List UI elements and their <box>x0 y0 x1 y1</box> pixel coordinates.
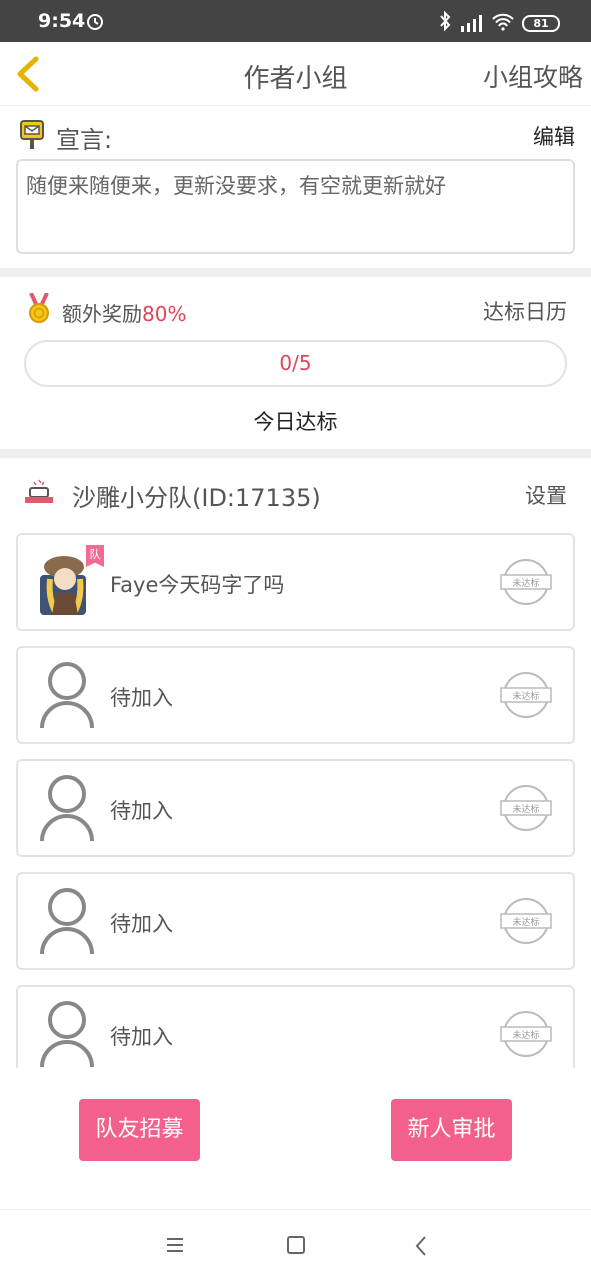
empty-avatar-icon <box>40 888 94 955</box>
member-card[interactable]: 待加入 未达标 <box>16 872 575 970</box>
member-card[interactable]: 待加入 未达标 <box>16 646 575 744</box>
extra-reward-label: 额外奖励80% <box>62 298 186 327</box>
team-settings-button[interactable]: 设置 <box>525 480 567 510</box>
team-icon <box>25 479 53 503</box>
medal-icon <box>29 293 49 323</box>
system-nav-bar <box>0 1209 591 1280</box>
member-list: 队 Faye今天码字了吗 未达标 待加入 未达标 待加入 未达标 待加入 未达标… <box>0 533 591 1068</box>
status-bar: 9:54 81 <box>0 0 591 42</box>
signal-icon <box>461 15 482 32</box>
not-qualified-stamp-icon: 未达标 <box>500 559 552 605</box>
menu-icon[interactable] <box>165 1237 185 1253</box>
not-qualified-stamp-icon: 未达标 <box>500 785 552 831</box>
bluetooth-icon <box>440 11 451 31</box>
divider <box>0 449 591 458</box>
extra-reward-text: 额外奖励 <box>62 302 142 326</box>
team-name: 沙雕小分队(ID:17135) <box>72 484 321 512</box>
member-card[interactable]: 待加入 未达标 <box>16 985 575 1068</box>
home-icon[interactable] <box>287 1236 305 1254</box>
not-qualified-stamp-icon: 未达标 <box>500 1011 552 1057</box>
edit-button[interactable]: 编辑 <box>533 121 575 151</box>
declaration-label: 宣言: <box>56 126 113 154</box>
progress-text: 0/5 <box>279 351 312 375</box>
today-target-label: 今日达标 <box>253 410 338 434</box>
member-name: 待加入 <box>110 799 173 823</box>
stamp-text: 未达标 <box>512 690 539 702</box>
calendar-link[interactable]: 达标日历 <box>483 296 567 326</box>
divider <box>0 268 591 277</box>
stamp-text: 未达标 <box>512 916 539 928</box>
group-guide-link[interactable]: 小组攻略 <box>483 58 583 94</box>
empty-avatar-icon <box>40 662 94 729</box>
member-card[interactable]: 待加入 未达标 <box>16 759 575 857</box>
member-card[interactable]: 队 Faye今天码字了吗 未达标 <box>16 533 575 631</box>
approve-button[interactable]: 新人审批 <box>391 1099 512 1161</box>
declaration-text[interactable]: 随便来随便来，更新没要求，有空就更新就好 <box>16 159 575 254</box>
empty-avatar-icon <box>40 1001 94 1068</box>
stamp-text: 未达标 <box>512 1029 539 1041</box>
empty-avatar-icon <box>40 775 94 842</box>
stamp-text: 未达标 <box>512 577 539 589</box>
nav-back-icon[interactable] <box>414 1235 428 1257</box>
mailbox-icon <box>20 120 44 149</box>
member-name: 待加入 <box>110 912 173 936</box>
app-header: 作者小组 小组攻略 <box>0 42 591 106</box>
alarm-icon <box>87 14 103 30</box>
not-qualified-stamp-icon: 未达标 <box>500 898 552 944</box>
not-qualified-stamp-icon: 未达标 <box>500 672 552 718</box>
member-name: 待加入 <box>110 686 173 710</box>
member-name: Faye今天码字了吗 <box>110 573 285 597</box>
battery-level: 81 <box>533 17 549 30</box>
recruit-button[interactable]: 队友招募 <box>79 1099 200 1161</box>
stamp-text: 未达标 <box>512 803 539 815</box>
extra-reward-percent: 80% <box>142 302 187 326</box>
battery-icon: 81 <box>522 15 560 32</box>
wifi-icon <box>492 13 514 31</box>
member-name: 待加入 <box>110 1025 173 1049</box>
daily-progress-bar: 0/5 <box>24 340 567 387</box>
status-time: 9:54 <box>38 10 86 32</box>
